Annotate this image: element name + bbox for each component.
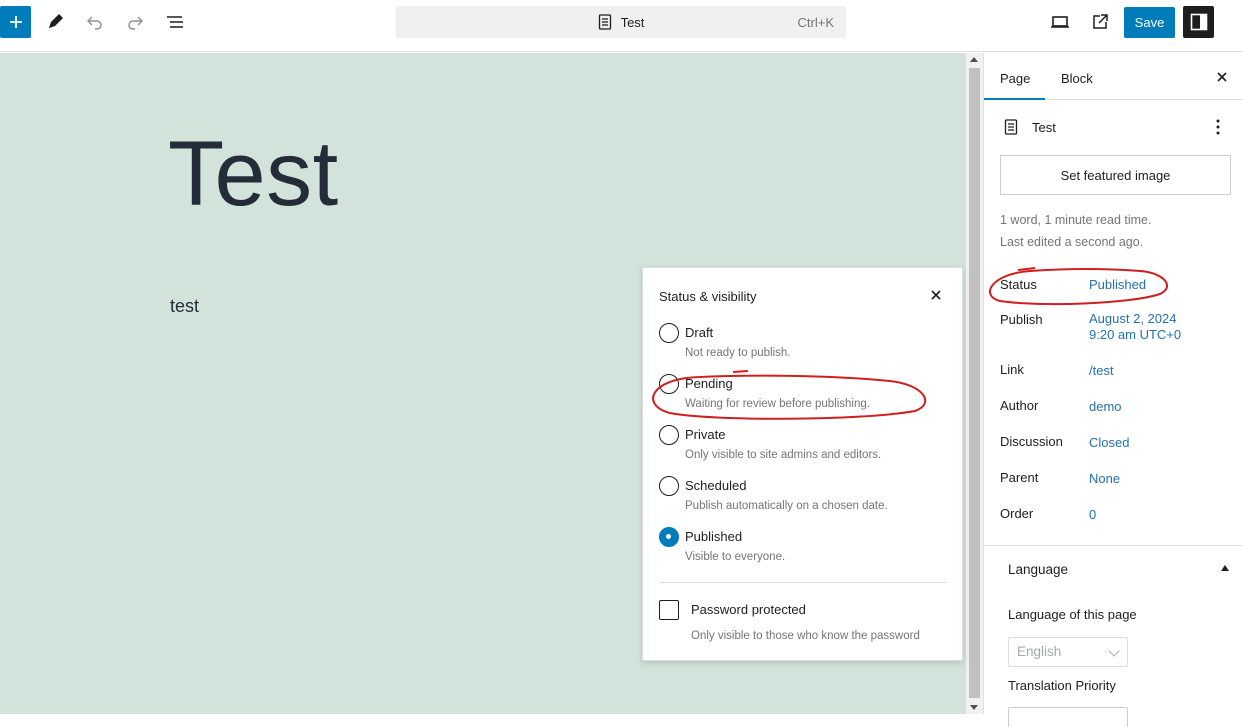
settings-toggle-button[interactable] [1183, 6, 1214, 38]
radio-scheduled[interactable] [659, 476, 679, 496]
sidebar-toggle-icon [1190, 13, 1207, 31]
chevron-up-icon[interactable] [1221, 565, 1229, 571]
shortcut-hint: Ctrl+K [797, 15, 834, 30]
close-icon [1217, 72, 1227, 82]
document-title: Test [620, 14, 645, 30]
discussion-label: Discussion [1000, 434, 1063, 449]
translation-priority-label: Translation Priority [1008, 678, 1116, 693]
doc-type-icon-wrap [1004, 119, 1018, 140]
list-view-icon [167, 16, 183, 28]
page-title[interactable]: Test [168, 128, 339, 220]
language-of-page-label: Language of this page [1008, 607, 1137, 622]
radio-private[interactable] [659, 425, 679, 445]
status-visibility-popover: Status & visibility Draft Not ready to p… [642, 267, 963, 661]
popover-close-button[interactable] [927, 286, 945, 304]
radio-draft[interactable] [659, 323, 679, 343]
tab-page[interactable]: Page [1000, 71, 1030, 86]
redo-button[interactable] [124, 11, 146, 33]
sidebar-divider [984, 545, 1243, 546]
publish-time: 9:20 am UTC+0 [1089, 327, 1182, 342]
doc-actions-button[interactable] [1212, 118, 1224, 136]
close-icon [931, 290, 941, 300]
author-label: Author [1000, 398, 1039, 413]
popover-title: Status & visibility [659, 289, 757, 304]
list-view-button[interactable] [164, 11, 186, 33]
discussion-value[interactable]: Closed [1089, 435, 1129, 451]
parent-label: Parent [1000, 470, 1039, 485]
sidebar-doc-title: Test [1032, 120, 1056, 135]
publish-label: Publish [1000, 312, 1043, 327]
publish-date: August 2, 2024 [1089, 311, 1177, 326]
set-featured-image-button[interactable]: Set featured image [1000, 155, 1231, 195]
plus-icon [9, 16, 22, 28]
password-protected-checkbox[interactable] [659, 600, 679, 620]
kebab-menu-icon [1216, 119, 1220, 135]
view-page-button[interactable] [1089, 11, 1111, 33]
option-pending-label: Pending [685, 376, 733, 391]
option-private-description: Only visible to site admins and editors. [685, 449, 882, 461]
radio-published[interactable] [659, 527, 679, 547]
undo-icon [86, 16, 102, 30]
language-panel-title[interactable]: Language [1008, 562, 1068, 577]
preview-button[interactable] [1049, 11, 1071, 33]
option-pending-description: Waiting for review before publishing. [685, 398, 870, 410]
scroll-down-arrow[interactable] [970, 705, 978, 710]
radio-pending[interactable] [659, 374, 679, 394]
option-private-label: Private [685, 427, 726, 442]
translation-priority-field[interactable] [1008, 707, 1128, 727]
parent-value[interactable]: None [1089, 471, 1120, 487]
option-draft-label: Draft [685, 325, 714, 340]
settings-sidebar: Page Block Test Set featured image 1 wor… [983, 53, 1243, 727]
status-label: Status [1000, 277, 1037, 292]
sidebar-close-button[interactable] [1214, 69, 1230, 85]
redo-icon [128, 16, 144, 30]
tools-button[interactable] [44, 11, 66, 33]
author-value[interactable]: demo [1089, 399, 1122, 415]
password-protected-label: Password protected [691, 602, 806, 617]
canvas-scrollbar[interactable] [966, 53, 983, 714]
undo-button[interactable] [84, 11, 106, 33]
pencil-icon [49, 14, 63, 28]
editor-top-bar: Test Ctrl+K Save [0, 0, 1243, 52]
language-select[interactable]: English [1008, 637, 1128, 667]
publish-value[interactable]: August 2, 2024 9:20 am UTC+0 [1089, 311, 1181, 343]
chevron-down-icon [1108, 645, 1120, 657]
link-value[interactable]: /test [1089, 363, 1114, 379]
save-button[interactable]: Save [1124, 7, 1175, 38]
external-link-icon [1093, 14, 1108, 29]
option-published-description: Visible to everyone. [685, 551, 786, 563]
option-draft-description: Not ready to publish. [685, 347, 791, 359]
password-protected-description: Only visible to those who know the passw… [691, 630, 920, 642]
option-published-label: Published [685, 529, 743, 544]
word-count-text: 1 word, 1 minute read time. [1000, 213, 1152, 227]
add-block-button[interactable] [0, 6, 31, 38]
option-scheduled-label: Scheduled [685, 478, 747, 493]
paragraph-block[interactable]: test [170, 296, 199, 317]
link-label: Link [1000, 362, 1024, 377]
option-scheduled-description: Publish automatically on a chosen date. [685, 500, 888, 512]
document-icon [598, 14, 611, 30]
scroll-up-arrow[interactable] [970, 57, 978, 62]
tab-block[interactable]: Block [1061, 71, 1093, 86]
status-value[interactable]: Published [1089, 277, 1146, 293]
last-edited-text: Last edited a second ago. [1000, 235, 1144, 249]
active-tab-indicator [984, 98, 1045, 100]
command-palette-bar[interactable]: Test Ctrl+K [396, 6, 846, 38]
popover-divider [659, 582, 947, 583]
language-select-value: English [1017, 644, 1062, 659]
order-label: Order [1000, 506, 1034, 521]
document-icon [1004, 119, 1018, 135]
desktop-preview-icon [1051, 16, 1069, 28]
scroll-thumb[interactable] [969, 68, 980, 698]
order-value[interactable]: 0 [1089, 507, 1096, 523]
